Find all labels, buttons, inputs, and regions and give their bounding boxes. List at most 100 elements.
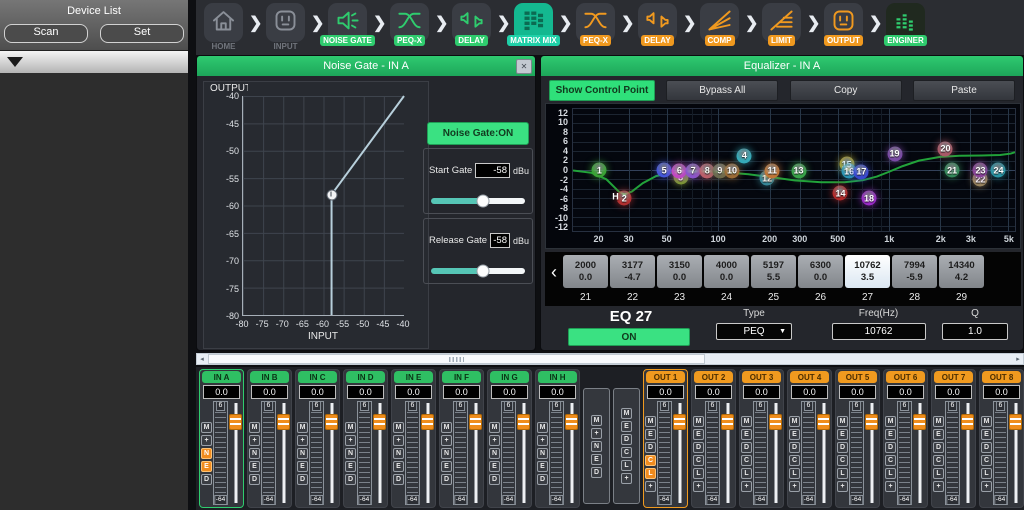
channel-button-e[interactable]: E [693,429,704,440]
channel-button-e[interactable]: E [489,461,500,472]
channel-button-m[interactable]: M [489,422,500,433]
channel-strip-out-8[interactable]: OUT 80.0MEDCL+6-64 [979,369,1024,508]
channel-button-n[interactable]: N [489,448,500,459]
eq-band-cell[interactable]: 107623.5 [845,255,890,288]
toolbar-item-noise-gate[interactable]: NOISE GATE [322,3,373,46]
channel-gain-value[interactable]: 0.0 [491,385,528,399]
channel-strip-in-h[interactable]: IN H0.0M+NED6-64 [535,369,580,508]
channel-strip-out-6[interactable]: OUT 60.0MEDCL+6-64 [883,369,928,508]
channel-button-e[interactable]: E [297,461,308,472]
channel-gain-value[interactable]: 0.0 [443,385,480,399]
channel-button-n[interactable]: N [441,448,452,459]
channel-strip-out-3[interactable]: OUT 30.0MEDCL+6-64 [739,369,784,508]
channel-button-l[interactable]: L [981,468,992,479]
show-control-point-button[interactable]: Show Control Point [549,80,655,101]
bypass-all-button[interactable]: Bypass All [666,80,778,101]
channel-button-l[interactable]: L [645,468,656,479]
copy-button[interactable]: Copy [790,80,902,101]
channel-button-+[interactable]: + [201,435,212,446]
channel-button-d[interactable]: D [441,474,452,485]
eq-control-point-4[interactable]: 4 [737,148,752,163]
channel-button-n[interactable]: N [297,448,308,459]
channel-strip-in-e[interactable]: IN E0.0M+NED6-64 [391,369,436,508]
channel-button-m[interactable]: M [837,416,848,427]
fader-handle[interactable] [721,414,734,430]
equalizer-titlebar[interactable]: Equalizer - IN A [541,56,1023,76]
eq-band-cell[interactable]: 143404.2 [939,255,984,288]
toolbar-item-home[interactable]: HOME [198,3,249,51]
horizontal-scrollbar[interactable]: ◂ ▸ [196,353,1024,365]
channel-button-+[interactable]: + [885,481,896,492]
channel-button-l[interactable]: L [885,468,896,479]
channel-fader[interactable] [373,401,386,505]
scan-button[interactable]: Scan [4,24,88,43]
channel-button-l[interactable]: L [789,468,800,479]
channel-button-e[interactable]: E [645,429,656,440]
channel-button-e[interactable]: E [981,429,992,440]
channel-button-c[interactable]: C [837,455,848,466]
channel-button-c[interactable]: C [789,455,800,466]
scroll-left-icon[interactable]: ◂ [197,354,207,364]
channel-strip-in-b[interactable]: IN B0.0M+NED6-64 [247,369,292,508]
channel-button-l[interactable]: L [693,468,704,479]
gate-param-slider[interactable] [431,268,525,274]
channel-strip-out-5[interactable]: OUT 50.0MEDCL+6-64 [835,369,880,508]
channel-button-d[interactable]: D [837,442,848,453]
channel-button-n[interactable]: N [537,448,548,459]
channel-button-d[interactable]: D [537,474,548,485]
channel-button-c[interactable]: C [933,455,944,466]
toolbar-item-output[interactable]: OUTPUT [818,3,869,46]
channel-button-+[interactable]: + [789,481,800,492]
channel-button-m[interactable]: M [885,416,896,427]
slider-handle[interactable] [476,195,489,208]
noise-gate-power-button[interactable]: Noise Gate:ON [427,122,529,145]
channel-button-e[interactable]: E [885,429,896,440]
channel-gain-value[interactable]: 0.0 [935,385,972,399]
channel-fader[interactable] [277,401,290,505]
toolbar-item-peq-x[interactable]: PEQ-X [384,3,435,46]
channel-button-e[interactable]: E [621,421,632,432]
channel-button-d[interactable]: D [741,442,752,453]
equalizer-plot[interactable]: 12H3567891041211131415161718192021222324 [572,108,1016,232]
channel-button-+[interactable]: + [621,473,632,484]
channel-button-+[interactable]: + [393,435,404,446]
band-scroll-left-icon[interactable]: ‹ [545,255,563,289]
channel-strip-in-d[interactable]: IN D0.0M+NED6-64 [343,369,388,508]
channel-button-e[interactable]: E [789,429,800,440]
channel-fader[interactable] [517,401,530,505]
channel-button-d[interactable]: D [693,442,704,453]
channel-button-d[interactable]: D [297,474,308,485]
channel-button-l[interactable]: L [621,460,632,471]
channel-button-e[interactable]: E [537,461,548,472]
channel-button-+[interactable]: + [297,435,308,446]
channel-strip-in-g[interactable]: IN G0.0M+NED6-64 [487,369,532,508]
channel-strip-out-1[interactable]: OUT 10.0MEDCL+6-64 [643,369,688,508]
toolbar-item-matrix-mix[interactable]: MATRIX MIX [508,3,559,46]
channel-button-d[interactable]: D [981,442,992,453]
toolbar-item-enginer[interactable]: ENGINER [880,3,931,46]
channel-gain-value[interactable]: 0.0 [791,385,828,399]
channel-button-l[interactable]: L [741,468,752,479]
fader-handle[interactable] [373,414,386,430]
eq-control-point-21[interactable]: 21 [945,163,960,178]
gate-param-slider[interactable] [431,198,525,204]
channel-button-+[interactable]: + [591,428,602,439]
toolbar-item-peq-x[interactable]: PEQ-X [570,3,621,46]
eq-control-point-24[interactable]: 24 [991,163,1006,178]
channel-button-e[interactable]: E [741,429,752,440]
fader-handle[interactable] [817,414,830,430]
eq-band-cell[interactable]: 20000.0 [563,255,608,288]
channel-strip-in-a[interactable]: IN A0.0M+NED6-64 [199,369,244,508]
channel-button-d[interactable]: D [789,442,800,453]
channel-fader[interactable] [769,401,782,505]
fader-handle[interactable] [421,414,434,430]
channel-button-e[interactable]: E [393,461,404,472]
channel-button-+[interactable]: + [441,435,452,446]
channel-strip-out-2[interactable]: OUT 20.0MEDCL+6-64 [691,369,736,508]
channel-fader[interactable] [1009,401,1022,505]
eq-control-point-20[interactable]: 20 [938,141,953,156]
fader-handle[interactable] [769,414,782,430]
channel-button-d[interactable]: D [249,474,260,485]
channel-button-l[interactable]: L [837,468,848,479]
channel-gain-value[interactable]: 0.0 [395,385,432,399]
